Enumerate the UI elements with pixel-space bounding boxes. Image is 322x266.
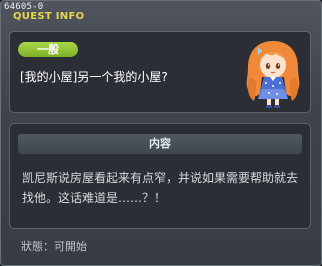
- quest-info-window: 64605-0 QUEST INFO 一般 [我的小屋]另一个我的小屋? 内容 …: [0, 0, 322, 266]
- title-bar[interactable]: 64605-0 QUEST INFO: [1, 1, 321, 23]
- quest-description: 凯尼斯说房屋看起来有点窄，并说如果需要帮助就去找他。这话难道是……？！: [22, 171, 299, 205]
- quest-name: [我的小屋]另一个我的小屋?: [20, 70, 168, 84]
- quest-status: 狀態：可開始: [21, 240, 87, 253]
- quest-summary-panel: 一般 [我的小屋]另一个我的小屋?: [9, 31, 311, 113]
- window-title: QUEST INFO: [13, 11, 85, 22]
- quest-detail-panel: 内容 凯尼斯说房屋看起来有点窄，并说如果需要帮助就去找他。这话难道是……？！: [9, 123, 311, 229]
- detail-header: 内容: [18, 134, 302, 154]
- quest-category-badge: 一般: [18, 42, 78, 57]
- npc-portrait-icon: [246, 41, 300, 108]
